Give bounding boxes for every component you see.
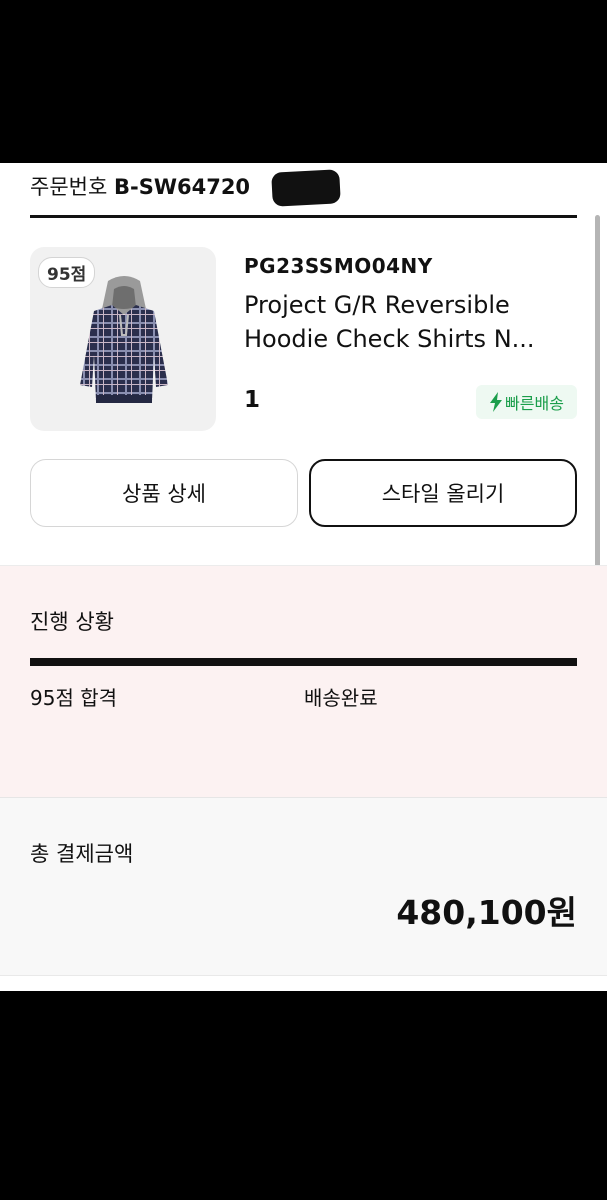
header-divider	[30, 215, 577, 218]
bottom-divider	[0, 975, 607, 991]
product-code: PG23SSMO04NY	[244, 254, 433, 278]
product-thumbnail[interactable]: 95점	[30, 247, 216, 431]
product-image	[80, 276, 168, 403]
progress-section: 진행 상황 95점 합격 배송완료	[0, 565, 607, 797]
progress-step-delivered: 배송완료	[304, 686, 378, 710]
payment-total-amount: 480,100원	[396, 893, 577, 932]
post-style-button[interactable]: 스타일 올리기	[309, 459, 577, 527]
fast-delivery-badge: 빠른배송	[476, 385, 577, 419]
order-number-line: 주문번호 B-SW64720	[30, 171, 250, 201]
fast-delivery-label: 빠른배송	[505, 394, 564, 413]
payment-section: 총 결제금액 480,100원	[0, 797, 607, 975]
product-name[interactable]: Project G/R Reversible Hoodie Check Shir…	[244, 288, 584, 356]
payment-total-label: 총 결제금액	[30, 842, 134, 866]
progress-title: 진행 상황	[30, 610, 114, 634]
lightning-bolt-icon	[490, 392, 503, 412]
product-name-line-1: Project G/R Reversible	[244, 291, 510, 319]
order-number-value: B-SW64720	[113, 175, 251, 199]
progress-step-inspection: 95점 합격	[30, 686, 118, 710]
product-name-line-2: Hoodie Check Shirts N...	[244, 325, 535, 353]
order-number-label: 주문번호	[30, 175, 108, 199]
order-detail-screen: 주문번호 B-SW64720 95점 PG23SSMO04NY Project …	[0, 163, 607, 991]
product-quantity: 1	[244, 387, 261, 413]
product-detail-button[interactable]: 상품 상세	[30, 459, 298, 527]
redaction-mark	[271, 169, 341, 207]
progress-bar	[30, 658, 577, 666]
progress-bar-fill	[30, 658, 577, 666]
